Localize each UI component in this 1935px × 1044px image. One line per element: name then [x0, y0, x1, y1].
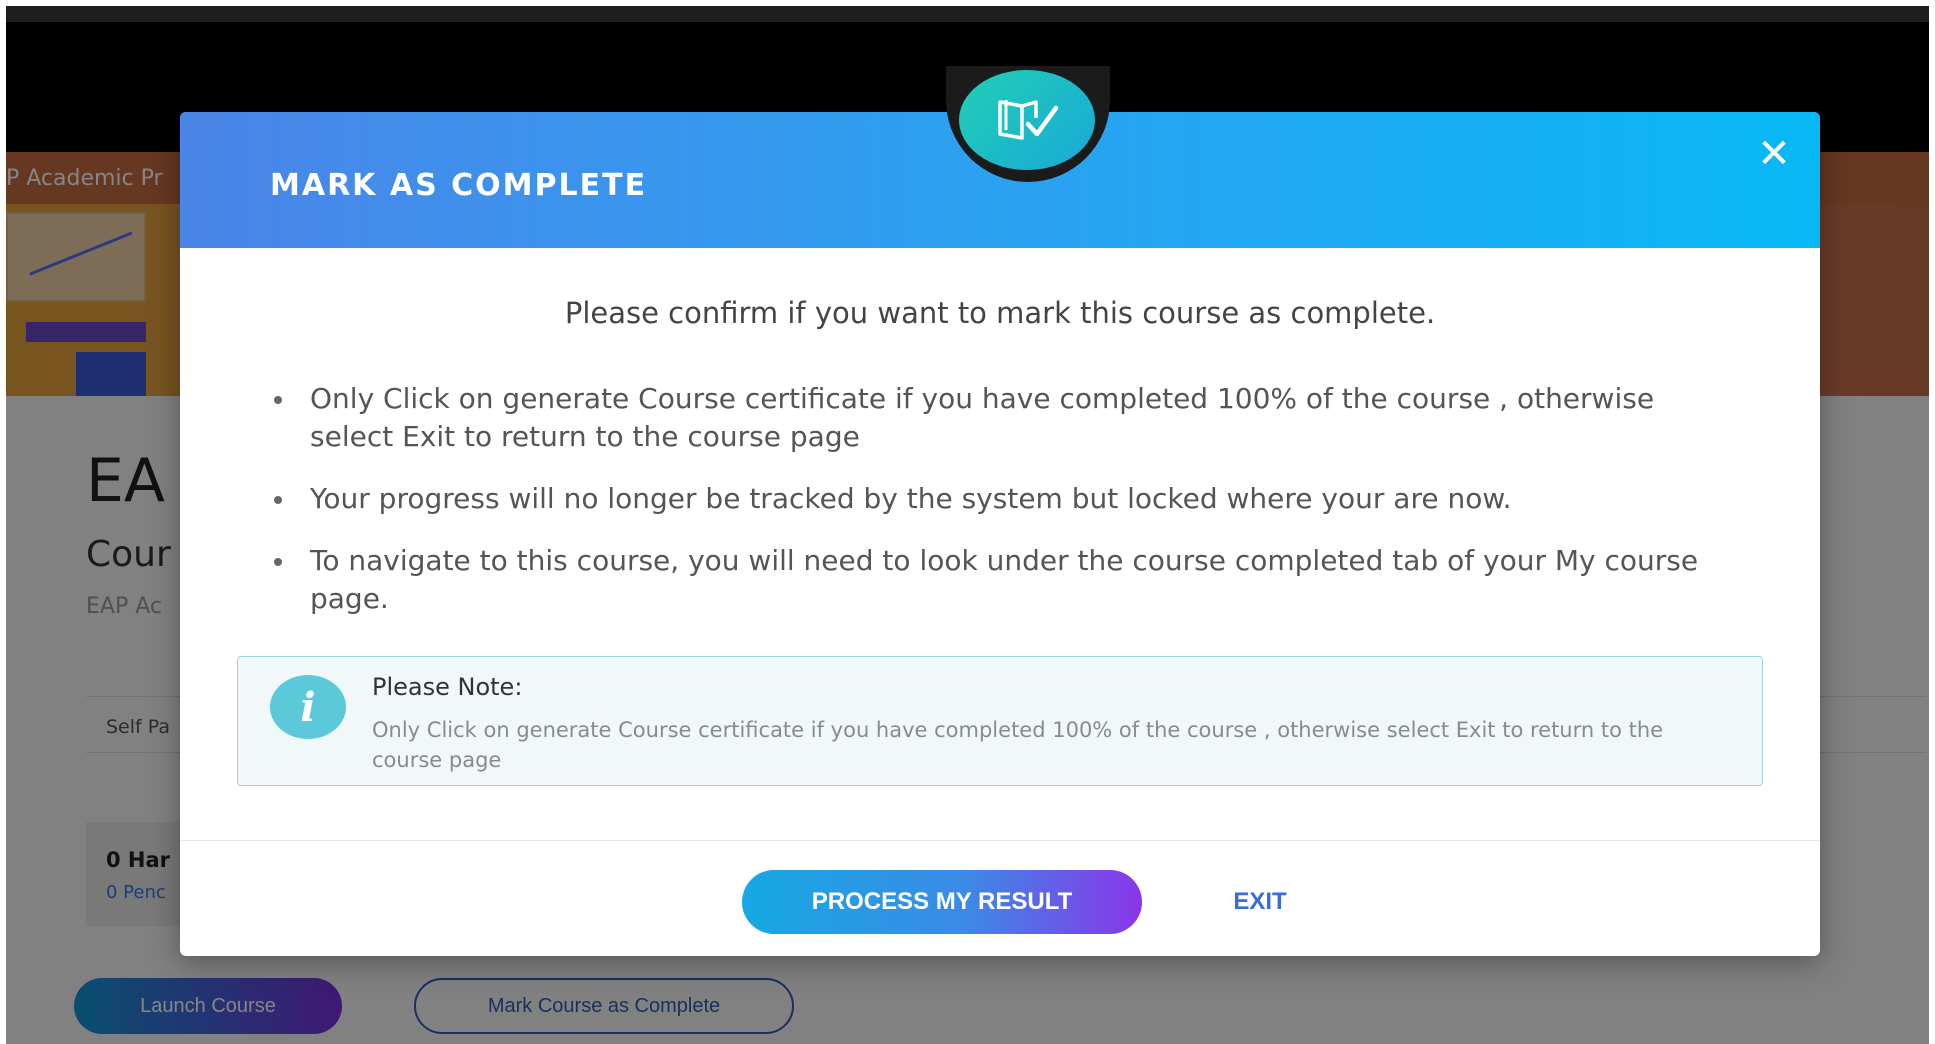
note-box: i Please Note: Only Click on generate Co… [237, 656, 1763, 786]
process-my-result-button[interactable]: PROCESS MY RESULT [742, 870, 1142, 934]
mark-complete-modal: MARK AS COMPLETE ✕ Please confirm if you… [180, 66, 1820, 956]
bullet-item: Your progress will no longer be tracked … [270, 480, 1700, 518]
exit-button[interactable]: EXIT [1200, 874, 1320, 930]
note-text: Only Click on generate Course certificat… [372, 718, 1664, 772]
book-check-icon [959, 70, 1095, 170]
modal-title: MARK AS COMPLETE [270, 168, 648, 203]
bullet-item: Only Click on generate Course certificat… [270, 380, 1700, 456]
footer-divider [180, 840, 1820, 841]
bullet-item: To navigate to this course, you will nee… [270, 542, 1700, 618]
info-bullet-list: Only Click on generate Course certificat… [270, 380, 1700, 642]
book-check-svg [998, 100, 1059, 140]
info-icon: i [270, 675, 346, 739]
note-title: Please Note: [372, 673, 523, 701]
confirm-text: Please confirm if you want to mark this … [564, 296, 1436, 330]
close-icon[interactable]: ✕ [1750, 130, 1798, 178]
